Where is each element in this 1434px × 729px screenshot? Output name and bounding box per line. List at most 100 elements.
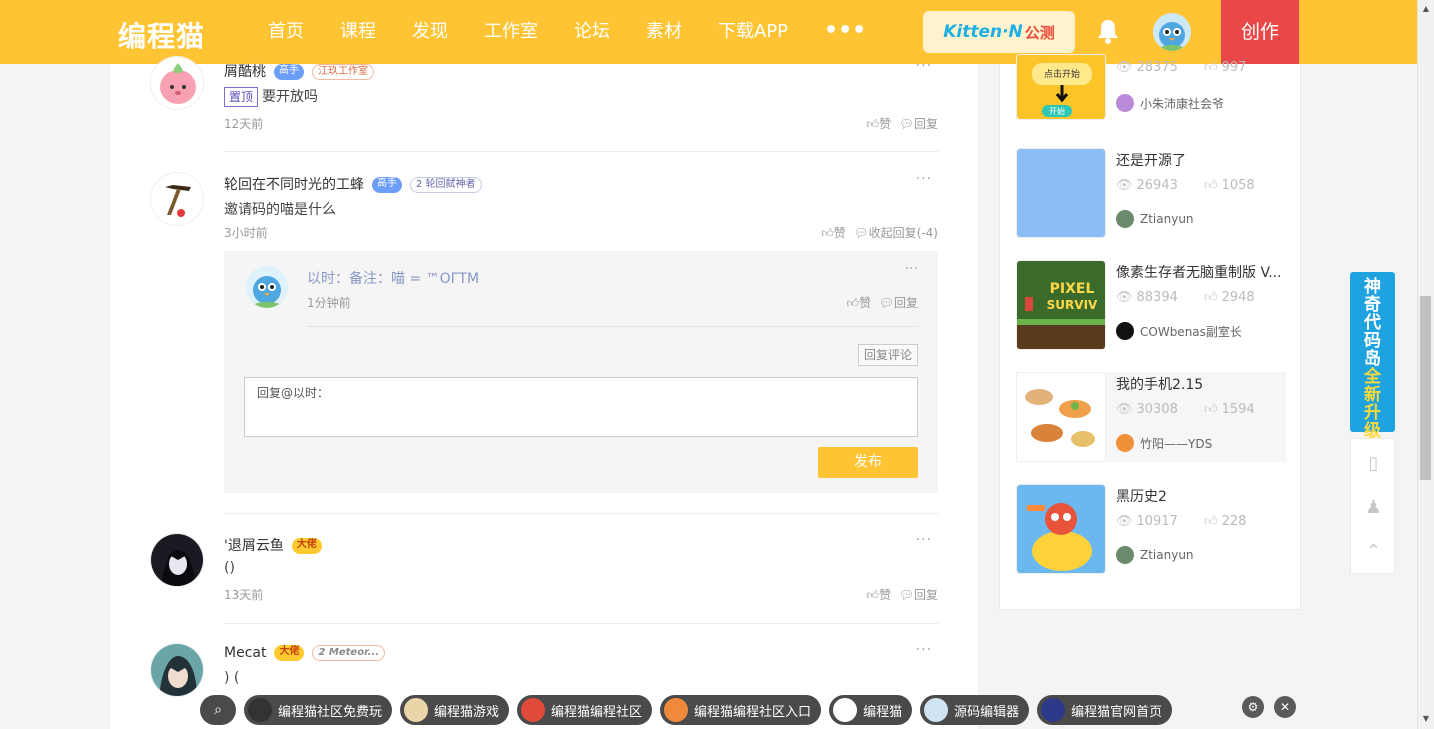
likes-count: 228 [1221,514,1247,529]
promo-char: 神 [1364,277,1381,297]
scroll-up-arrow-icon[interactable]: ▲ [1421,4,1431,14]
kitten-n-beta-button[interactable]: Kitten·N 公测 [923,11,1075,53]
like-icon[interactable]: 👍︎ [867,588,880,602]
work-author[interactable]: Ztianyun [1116,210,1194,228]
settings-gear-icon[interactable]: ⚙ [1242,696,1264,718]
work-thumbnail[interactable] [1016,484,1106,574]
work-card[interactable]: 我的手机2.15 👁︎ 30308 👍︎ 1594 竹阳——YDS [1016,372,1286,462]
nav-download-app[interactable]: 下载APP [700,0,806,64]
work-title[interactable]: 我的手机2.15 [1116,374,1203,394]
commenter-avatar[interactable] [150,172,204,226]
commenter-name[interactable]: 轮回在不同时光的工蜂 高手 2 轮回弑神者 [224,174,482,194]
search-icon[interactable]: ⌕ [200,695,236,725]
close-icon[interactable]: ✕ [1274,696,1296,718]
reply-icon[interactable]: 💬︎ [899,588,914,602]
reply-icon[interactable]: 💬︎ [853,226,868,240]
reply-input[interactable]: 回复@以时： [244,377,918,437]
work-title[interactable]: 黑历史2 [1116,486,1167,506]
commenter-name[interactable]: 屑酷桃 高手 江玖工作室 [224,61,374,81]
like-button[interactable]: 赞 [879,117,891,131]
comment-text-body: 要开放吗 [262,89,319,105]
scroll-down-arrow-icon[interactable]: ▼ [1421,714,1431,724]
work-title[interactable]: 像素生存者无脑重制版 V... [1116,262,1282,282]
views-icon: 👁︎ [1116,402,1133,417]
like-icon[interactable]: 👍︎ [821,226,834,240]
top-navbar: 编程猫 首页 课程 发现 工作室 论坛 素材 下载APP ••• Kitten·… [0,0,1417,64]
commenter-name[interactable]: '退屑云鱼 大佬 [224,535,322,555]
mobile-app-icon[interactable]: ▯ [1351,441,1396,486]
notification-bell-icon[interactable] [1096,18,1120,44]
collapse-replies-button[interactable]: 收起回复(-4) [869,226,938,240]
reply-thread: 以时：备注：喵 = ™OΓTM 1分钟前 👍︎赞 💬︎回复 ··· 回复评论 回… [224,251,938,493]
commenter-avatar[interactable] [150,643,204,697]
like-icon[interactable]: 👍︎ [867,117,880,131]
comment-actions: 👍︎赞 💬︎收起回复(-4) [821,224,938,241]
publish-button[interactable]: 发布 [818,447,918,478]
work-title[interactable]: 还是开源了 [1116,150,1186,170]
reply-button[interactable]: 回复 [914,117,938,131]
commenter-name-text: 屑酷桃 [224,64,266,80]
qq-icon[interactable]: ♟ [1351,485,1396,530]
divider [224,513,938,514]
work-thumbnail[interactable]: PIXEL SURVIV [1016,260,1106,350]
create-button[interactable]: 创作 [1221,0,1299,64]
studio-badge[interactable]: 江玖工作室 [312,64,374,80]
like-button[interactable]: 赞 [834,226,846,240]
user-avatar[interactable] [1153,13,1191,51]
code-island-promo-banner[interactable]: 神 奇 代 码 岛 全 新 升 级 [1350,272,1395,440]
more-options-icon[interactable]: ··· [905,261,918,277]
work-author[interactable]: Ztianyun [1116,546,1194,564]
bottom-link[interactable]: 编程猫编程社区入口 [660,695,822,725]
title-badge: 2 Meteor... [312,645,385,661]
more-options-icon[interactable]: ··· [916,532,932,548]
back-to-top-icon[interactable]: ⌃ [1351,529,1396,574]
bottom-link[interactable]: 编程猫官网首页 [1037,695,1173,725]
work-card[interactable]: 黑历史2 👁︎ 10917 👍︎ 228 Ztianyun [1016,484,1286,574]
reply-icon[interactable]: 💬︎ [899,117,914,131]
promo-char: 码 [1364,331,1381,351]
more-options-icon[interactable]: ··· [916,642,932,658]
site-logo[interactable]: 编程猫 [118,15,205,55]
nav-materials[interactable]: 素材 [628,0,700,64]
commenter-name[interactable]: Mecat 大佬 2 Meteor... [224,645,385,661]
work-author[interactable]: 竹阳——YDS [1116,434,1212,452]
bottom-link[interactable]: 编程猫编程社区 [517,695,653,725]
bottom-link[interactable]: 编程猫 [829,695,913,725]
work-thumbnail[interactable]: 开始 点击开始 [1016,54,1106,120]
work-thumbnail[interactable] [1016,148,1106,238]
author-avatar [1116,322,1134,340]
work-card[interactable]: 还是开源了 👁︎ 26943 👍︎ 1058 Ztianyun [1016,148,1286,238]
bottom-link[interactable]: 编程猫社区免费玩 [244,695,393,725]
nav-forum[interactable]: 论坛 [556,0,628,64]
commenter-avatar[interactable] [150,56,204,110]
work-card[interactable]: PIXEL SURVIV 像素生存者无脑重制版 V... 👁︎ 88394 👍︎ 29… [1016,260,1286,350]
work-card[interactable]: 开始 点击开始 👁︎ 28375 👍︎ 997 小朱沛康社会爷 [1016,54,1286,150]
nav-courses[interactable]: 课程 [322,0,394,64]
nav-studio[interactable]: 工作室 [466,0,556,64]
like-icon[interactable]: 👍︎ [847,296,860,310]
comment-item: 屑酷桃 高手 江玖工作室 置顶 要开放吗 12天前 👍︎赞 💬︎回复 ··· [150,56,938,152]
reply-button[interactable]: 回复 [894,296,918,310]
reply-button[interactable]: 回复 [914,588,938,602]
promo-char: 代 [1364,313,1381,333]
nav-more-button[interactable]: ••• [806,0,884,64]
like-button[interactable]: 赞 [879,588,891,602]
reply-avatar[interactable] [246,266,288,308]
promo-char: 奇 [1364,295,1381,315]
work-author[interactable]: 小朱沛康社会爷 [1116,94,1224,112]
expert-badge: 高手 [274,64,304,80]
nav-discover[interactable]: 发现 [394,0,466,64]
reply-icon[interactable]: 💬︎ [879,296,894,310]
bottom-link[interactable]: 源码编辑器 [920,695,1030,725]
more-options-icon[interactable]: ··· [916,171,932,187]
nav-home[interactable]: 首页 [250,0,322,64]
more-options-icon[interactable]: ··· [916,58,932,74]
work-thumbnail[interactable] [1016,372,1106,462]
reply-comment-button[interactable]: 回复评论 [858,344,918,366]
author-avatar [1116,434,1134,452]
work-author[interactable]: COWbenas副室长 [1116,322,1242,340]
like-button[interactable]: 赞 [859,296,871,310]
commenter-avatar[interactable] [150,533,204,587]
scrollbar-thumb[interactable] [1420,296,1431,480]
bottom-link[interactable]: 编程猫游戏 [400,695,510,725]
